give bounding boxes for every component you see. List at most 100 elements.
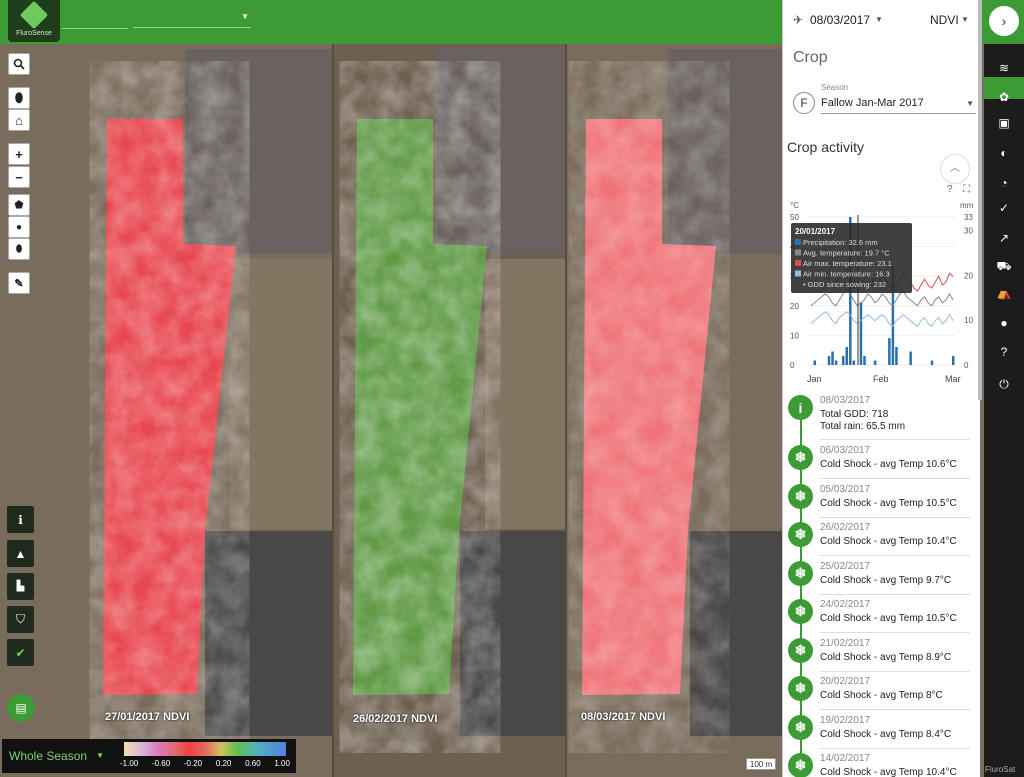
layer-select[interactable]: NDVI bbox=[930, 13, 959, 27]
right-rail: ≋ ✿ ▣ ◐ ◔ ✓ ↗ ⛟ ⛺ ●? ⏻ bbox=[984, 44, 1024, 777]
right-tick-label: 33 bbox=[964, 213, 973, 222]
farm-select[interactable]: ▼ bbox=[133, 8, 251, 28]
right-panel: ✈ 08/03/2017 ▼ NDVI ▼ Crop Season F Fall… bbox=[782, 0, 980, 777]
alert-button[interactable]: ▲ bbox=[7, 540, 34, 567]
date-select[interactable]: 08/03/2017 bbox=[810, 13, 870, 27]
field-button[interactable]: ⛉ bbox=[7, 606, 34, 633]
weather-chart[interactable]: °Cmm01020304050010203033JanFebMar20/01/2… bbox=[785, 195, 979, 390]
image-caption-2: 26/02/2017 NDVI bbox=[353, 713, 438, 725]
crop-activity-heading: Crop activity bbox=[787, 139, 865, 155]
logo[interactable]: FluroSense bbox=[8, 0, 60, 42]
next-button[interactable]: › bbox=[989, 6, 1019, 36]
precip-bar bbox=[909, 351, 912, 365]
event-divider bbox=[820, 439, 970, 440]
snowflake-icon: ❄ bbox=[788, 637, 813, 663]
info-icon: ℹ bbox=[18, 512, 23, 527]
event-text-secondary: Total rain: 65.5 mm bbox=[820, 421, 906, 432]
snowflake-icon: ❄ bbox=[788, 753, 813, 777]
edit-button[interactable]: ✎ bbox=[8, 272, 30, 294]
draw-polygon-button[interactable]: ⬟ bbox=[8, 194, 30, 216]
home-button[interactable]: ⌂ bbox=[8, 109, 30, 131]
right-tick-label: 30 bbox=[964, 226, 973, 235]
chart-button[interactable]: ▙ bbox=[7, 573, 34, 600]
color-gradient bbox=[124, 742, 286, 756]
chat-button[interactable]: ▤ bbox=[7, 694, 35, 722]
help-icon[interactable]: ? bbox=[995, 343, 1013, 361]
timeline-event[interactable]: ❄ 14/02/2017 Cold Shock - avg Temp 10.4°C bbox=[783, 752, 980, 777]
trend-icon[interactable]: ↗ bbox=[995, 229, 1013, 247]
pin-button[interactable]: ⬮ bbox=[8, 87, 30, 109]
precip-bar bbox=[852, 360, 856, 365]
tooltip-swatch bbox=[795, 260, 801, 266]
tooltip-line: Precipitation: 32.6 mm bbox=[803, 238, 878, 247]
event-date: 24/02/2017 bbox=[820, 599, 871, 610]
circle-icon: ● bbox=[15, 221, 23, 233]
minus-icon: − bbox=[15, 169, 23, 185]
scale-label: -0.60 bbox=[151, 759, 171, 768]
contrast-icon[interactable]: ◐ bbox=[995, 144, 1013, 162]
collapse-button[interactable]: ︿ bbox=[940, 154, 970, 184]
precip-bar bbox=[831, 351, 834, 365]
timeline-event[interactable]: ❄ 21/02/2017 Cold Shock - avg Temp 8.9°C bbox=[783, 637, 980, 675]
field-icon: ⛉ bbox=[15, 612, 25, 626]
tooltip-line: Air min. temperature: 16.3 bbox=[803, 270, 890, 279]
tent-icon[interactable]: ⛺ bbox=[995, 284, 1013, 302]
precip-bar bbox=[863, 356, 866, 365]
period-select[interactable]: Whole Season ▼ bbox=[2, 739, 110, 773]
pie-icon[interactable]: ◔ bbox=[995, 174, 1013, 192]
timeline-event[interactable]: ❄ 05/03/2017 Cold Shock - avg Temp 10.5°C bbox=[783, 483, 980, 521]
fullscreen-icon[interactable]: ⛶ bbox=[963, 184, 970, 195]
search-button[interactable] bbox=[8, 53, 30, 75]
event-date: 05/03/2017 bbox=[820, 483, 871, 495]
tooltip-swatch bbox=[795, 249, 801, 256]
timeline-event[interactable]: ❄ 24/02/2017 Cold Shock - avg Temp 10.5°C bbox=[783, 598, 980, 636]
timeline-event[interactable]: ❄ 06/03/2017 Cold Shock - avg Temp 10.6°C bbox=[783, 444, 980, 482]
pin-icon: ⬮ bbox=[14, 90, 24, 105]
event-divider bbox=[820, 516, 970, 518]
layers-icon[interactable]: ≋ bbox=[995, 59, 1013, 77]
marker-icon: ⬮ bbox=[15, 243, 23, 255]
timeline-event[interactable]: ❄ 20/02/2017 Cold Shock - avg Temp 8°C bbox=[783, 675, 980, 713]
images-icon[interactable]: ▣ bbox=[995, 114, 1013, 132]
left-axis-unit: °C bbox=[790, 201, 799, 210]
tractor-icon[interactable]: ⛟ bbox=[995, 258, 1013, 276]
snowflake-icon: ❄ bbox=[788, 599, 813, 624]
zoom-out-button[interactable]: − bbox=[8, 166, 30, 188]
scale-labels: -1.00 -0.60 -0.20 0.20 0.60 1.00 bbox=[120, 759, 290, 768]
event-divider bbox=[820, 670, 970, 672]
timeline-event[interactable]: ❄ 25/02/2017 Cold Shock - avg Temp 9.7°C bbox=[783, 560, 980, 598]
logout-icon[interactable]: ⏻ bbox=[995, 375, 1013, 393]
event-text: Cold Shock - avg Temp 10.4°C bbox=[820, 767, 957, 777]
tooltip-swatch bbox=[795, 239, 801, 245]
polygon-icon: ⬟ bbox=[14, 199, 24, 211]
marker-button[interactable]: ⬮ bbox=[8, 238, 30, 260]
check-icon[interactable]: ✓ bbox=[995, 199, 1013, 217]
ndvi-legend: Whole Season ▼ -1.00 -0.60 -0.20 0.20 0.… bbox=[2, 739, 296, 773]
zoom-in-button[interactable]: + bbox=[8, 143, 30, 165]
leaf-button[interactable]: ✔ bbox=[7, 639, 34, 666]
event-text: Cold Shock - avg Temp 10.5°C bbox=[820, 613, 957, 624]
snowflake-icon: ❄ bbox=[788, 445, 813, 470]
tooltip-date: 20/01/2017 bbox=[795, 227, 836, 236]
tooltip-line: Avg. temperature: 19.7 °C bbox=[803, 249, 890, 258]
crop-icon[interactable]: ✿ bbox=[995, 88, 1013, 106]
app-root: FluroSense ▼ 27/01/2017 NDVI 26/02/2017 … bbox=[0, 0, 1024, 777]
draw-circle-button[interactable]: ● bbox=[8, 216, 30, 238]
info-button[interactable]: ℹ bbox=[7, 506, 34, 533]
precip-bar bbox=[841, 356, 845, 365]
chevron-down-icon: ▼ bbox=[96, 751, 104, 760]
right-tick-label: 10 bbox=[964, 316, 973, 325]
left-tick-label: 50 bbox=[790, 213, 799, 222]
help-icon[interactable]: ? bbox=[947, 184, 953, 195]
panel-scrollbar[interactable] bbox=[978, 0, 982, 400]
event-date: 26/02/2017 bbox=[820, 522, 871, 533]
event-date: 19/02/2017 bbox=[820, 714, 871, 726]
season-initial-avatar: F bbox=[793, 92, 815, 114]
timeline-event[interactable]: ❄ 26/02/2017 Cold Shock - avg Temp 10.4°C bbox=[783, 521, 980, 559]
timeline-event[interactable]: i 08/03/2017 Total GDD: 718 Total rain: 65.… bbox=[783, 394, 980, 440]
season-select[interactable]: Fallow Jan-Mar 2017 ▼ bbox=[821, 97, 976, 114]
timeline-event[interactable]: ❄ 19/02/2017 Cold Shock - avg Temp 8.4°C bbox=[783, 714, 980, 752]
image-caption-3: 08/03/2017 NDVI bbox=[581, 711, 666, 723]
precip-bar bbox=[827, 356, 831, 365]
user-icon[interactable]: ● bbox=[995, 314, 1013, 332]
